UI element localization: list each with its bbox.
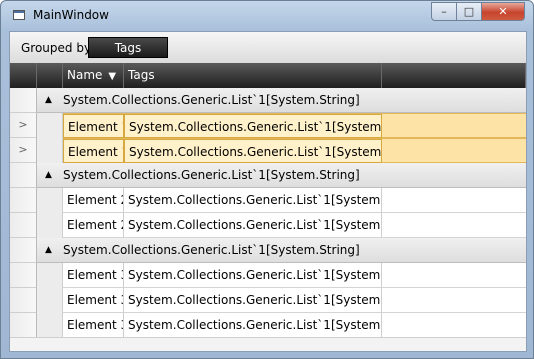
column-header-name[interactable]: Name ▼ [63,63,124,88]
group-indent [37,213,63,238]
collapse-chevron-icon[interactable]: ▲ [45,238,52,262]
window-app-icon [13,10,25,20]
group-indent [37,113,63,138]
minimize-button[interactable]: – [431,2,457,21]
cell-name[interactable]: Element 1 [63,139,124,163]
table-row[interactable]: Element 1 System.Collections.Generic.Lis… [63,113,526,138]
main-window: MainWindow – □ ✕ Grouped by: Tags Name ▼ … [0,0,534,359]
cell-tags[interactable]: System.Collections.Generic.List`1[System… [124,188,382,212]
grouped-by-label: Grouped by: [21,41,95,55]
row-header[interactable] [10,263,37,288]
row-header[interactable] [10,288,37,313]
cell-name[interactable]: Element 1 [63,114,124,138]
cell-name[interactable]: Element 3 [63,313,124,337]
grid-footer [10,337,526,351]
cell-tags[interactable]: System.Collections.Generic.List`1[System… [124,313,382,337]
cell-name[interactable]: Element 2 [63,188,124,212]
group-key: System.Collections.Generic.List`1[System… [63,168,360,182]
collapse-chevron-icon[interactable]: ▲ [45,163,52,187]
collapse-chevron-icon[interactable]: ▲ [45,88,52,112]
cell-tags[interactable]: System.Collections.Generic.List`1[System… [124,263,382,287]
table-row[interactable]: Element 1 System.Collections.Generic.Lis… [63,138,526,163]
group-key: System.Collections.Generic.List`1[System… [63,93,360,107]
table-row[interactable]: Element 2 System.Collections.Generic.Lis… [63,213,526,238]
group-indent [37,313,63,338]
title-bar[interactable]: MainWindow – □ ✕ [1,1,533,31]
row-header[interactable]: > [10,113,37,138]
group-indent [37,263,63,288]
cell-tags[interactable]: System.Collections.Generic.List`1[System… [124,288,382,312]
cell-name[interactable]: Element 2 [63,213,124,237]
column-header-tags[interactable]: Tags [124,63,382,88]
row-header[interactable] [10,238,37,263]
maximize-button[interactable]: □ [457,2,482,21]
column-header-row: Name ▼ Tags [10,63,526,88]
grid-container: Grouped by: Tags Name ▼ Tags ▲ System.Col… [9,31,527,352]
cell-tags[interactable]: System.Collections.Generic.List`1[System… [124,139,382,163]
row-header[interactable] [10,313,37,338]
group-chip-tags[interactable]: Tags [88,37,168,58]
row-header[interactable] [10,213,37,238]
group-key: System.Collections.Generic.List`1[System… [63,243,360,257]
table-row[interactable]: Element 3 System.Collections.Generic.Lis… [63,288,526,313]
row-header[interactable] [10,188,37,213]
cell-tags[interactable]: System.Collections.Generic.List`1[System… [124,114,382,138]
row-header[interactable] [10,88,37,113]
row-header[interactable]: > [10,138,37,163]
cell-name[interactable]: Element 3 [63,263,124,287]
group-indent [37,188,63,213]
window-title: MainWindow [33,8,109,22]
cell-tags[interactable]: System.Collections.Generic.List`1[System… [124,213,382,237]
funnel-icon[interactable]: ▼ [108,64,116,89]
table-row[interactable]: Element 2 System.Collections.Generic.Lis… [63,188,526,213]
close-button[interactable]: ✕ [482,2,525,21]
row-header[interactable] [10,163,37,188]
group-indent [37,288,63,313]
column-header-name-label: Name [67,68,103,82]
table-row[interactable]: Element 3 System.Collections.Generic.Lis… [63,313,526,338]
column-header-filler [382,63,526,88]
group-indent [37,138,63,163]
group-row[interactable]: ▲ System.Collections.Generic.List`1[Syst… [37,163,526,188]
cell-name[interactable]: Element 3 [63,288,124,312]
table-row[interactable]: Element 3 System.Collections.Generic.Lis… [63,263,526,288]
column-header-tags-label: Tags [128,68,155,82]
window-controls: – □ ✕ [431,2,525,21]
group-row[interactable]: ▲ System.Collections.Generic.List`1[Syst… [37,238,526,263]
row-indicator-header [10,63,37,88]
group-indent-header [37,63,63,88]
group-panel[interactable]: Grouped by: Tags [10,32,526,64]
group-row[interactable]: ▲ System.Collections.Generic.List`1[Syst… [37,88,526,113]
